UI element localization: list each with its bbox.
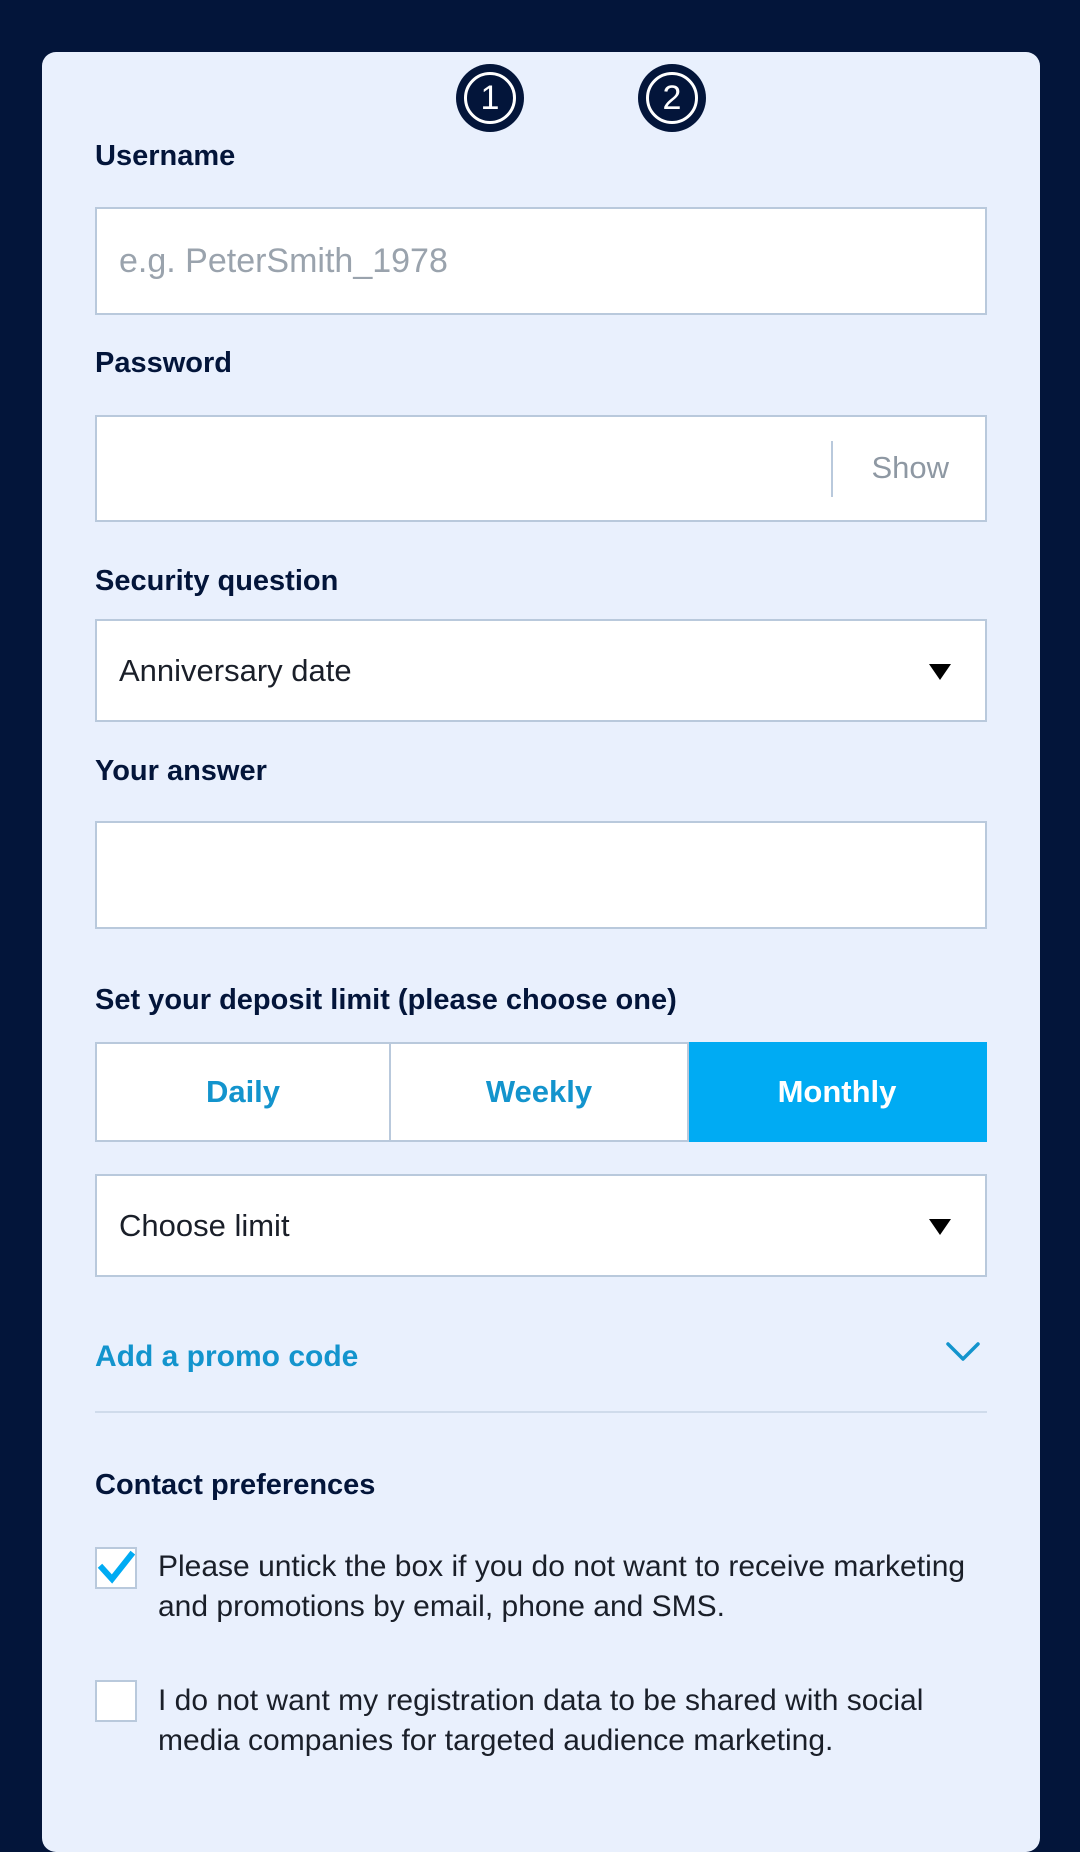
step-indicator-1: 1 [456, 64, 524, 132]
password-input[interactable] [119, 417, 809, 520]
username-input[interactable] [119, 209, 899, 313]
marketing-consent-checkbox[interactable] [95, 1547, 137, 1589]
answer-input[interactable] [119, 823, 899, 927]
security-question-value: Anniversary date [119, 653, 352, 688]
answer-label: Your answer [95, 755, 267, 787]
marketing-consent-text: Please untick the box if you do not want… [158, 1550, 966, 1623]
deposit-limit-select[interactable]: Choose limit [95, 1174, 987, 1277]
step-number-1: 1 [464, 72, 516, 124]
username-field[interactable] [95, 207, 987, 315]
chevron-down-icon [946, 1342, 980, 1361]
data-sharing-text: I do not want my registration data to be… [158, 1684, 924, 1757]
username-label: Username [95, 140, 236, 172]
promo-divider [95, 1411, 987, 1413]
caret-down-icon [929, 1219, 951, 1235]
security-question-label: Security question [95, 565, 339, 597]
show-password-button[interactable]: Show [871, 417, 949, 520]
security-question-select[interactable]: Anniversary date [95, 619, 987, 722]
show-divider [831, 441, 833, 497]
deposit-limit-value: Choose limit [119, 1208, 290, 1243]
password-field[interactable]: Show [95, 415, 987, 522]
checkmark-icon [97, 1550, 135, 1584]
promo-code-toggle[interactable]: Add a promo code [95, 1330, 987, 1410]
password-label: Password [95, 347, 232, 379]
deposit-period-selector: Daily Weekly Monthly [95, 1042, 987, 1142]
deposit-option-daily[interactable]: Daily [95, 1042, 391, 1142]
step-indicator-2: 2 [638, 64, 706, 132]
step-number-2: 2 [646, 72, 698, 124]
caret-down-icon [929, 664, 951, 680]
deposit-option-weekly[interactable]: Weekly [391, 1042, 689, 1142]
answer-field[interactable] [95, 821, 987, 929]
contact-preferences-title: Contact preferences [95, 1469, 376, 1501]
deposit-option-monthly[interactable]: Monthly [689, 1042, 987, 1142]
data-sharing-checkbox[interactable] [95, 1680, 137, 1722]
deposit-limit-label: Set your deposit limit (please choose on… [95, 984, 677, 1016]
promo-code-label: Add a promo code [95, 1340, 359, 1373]
